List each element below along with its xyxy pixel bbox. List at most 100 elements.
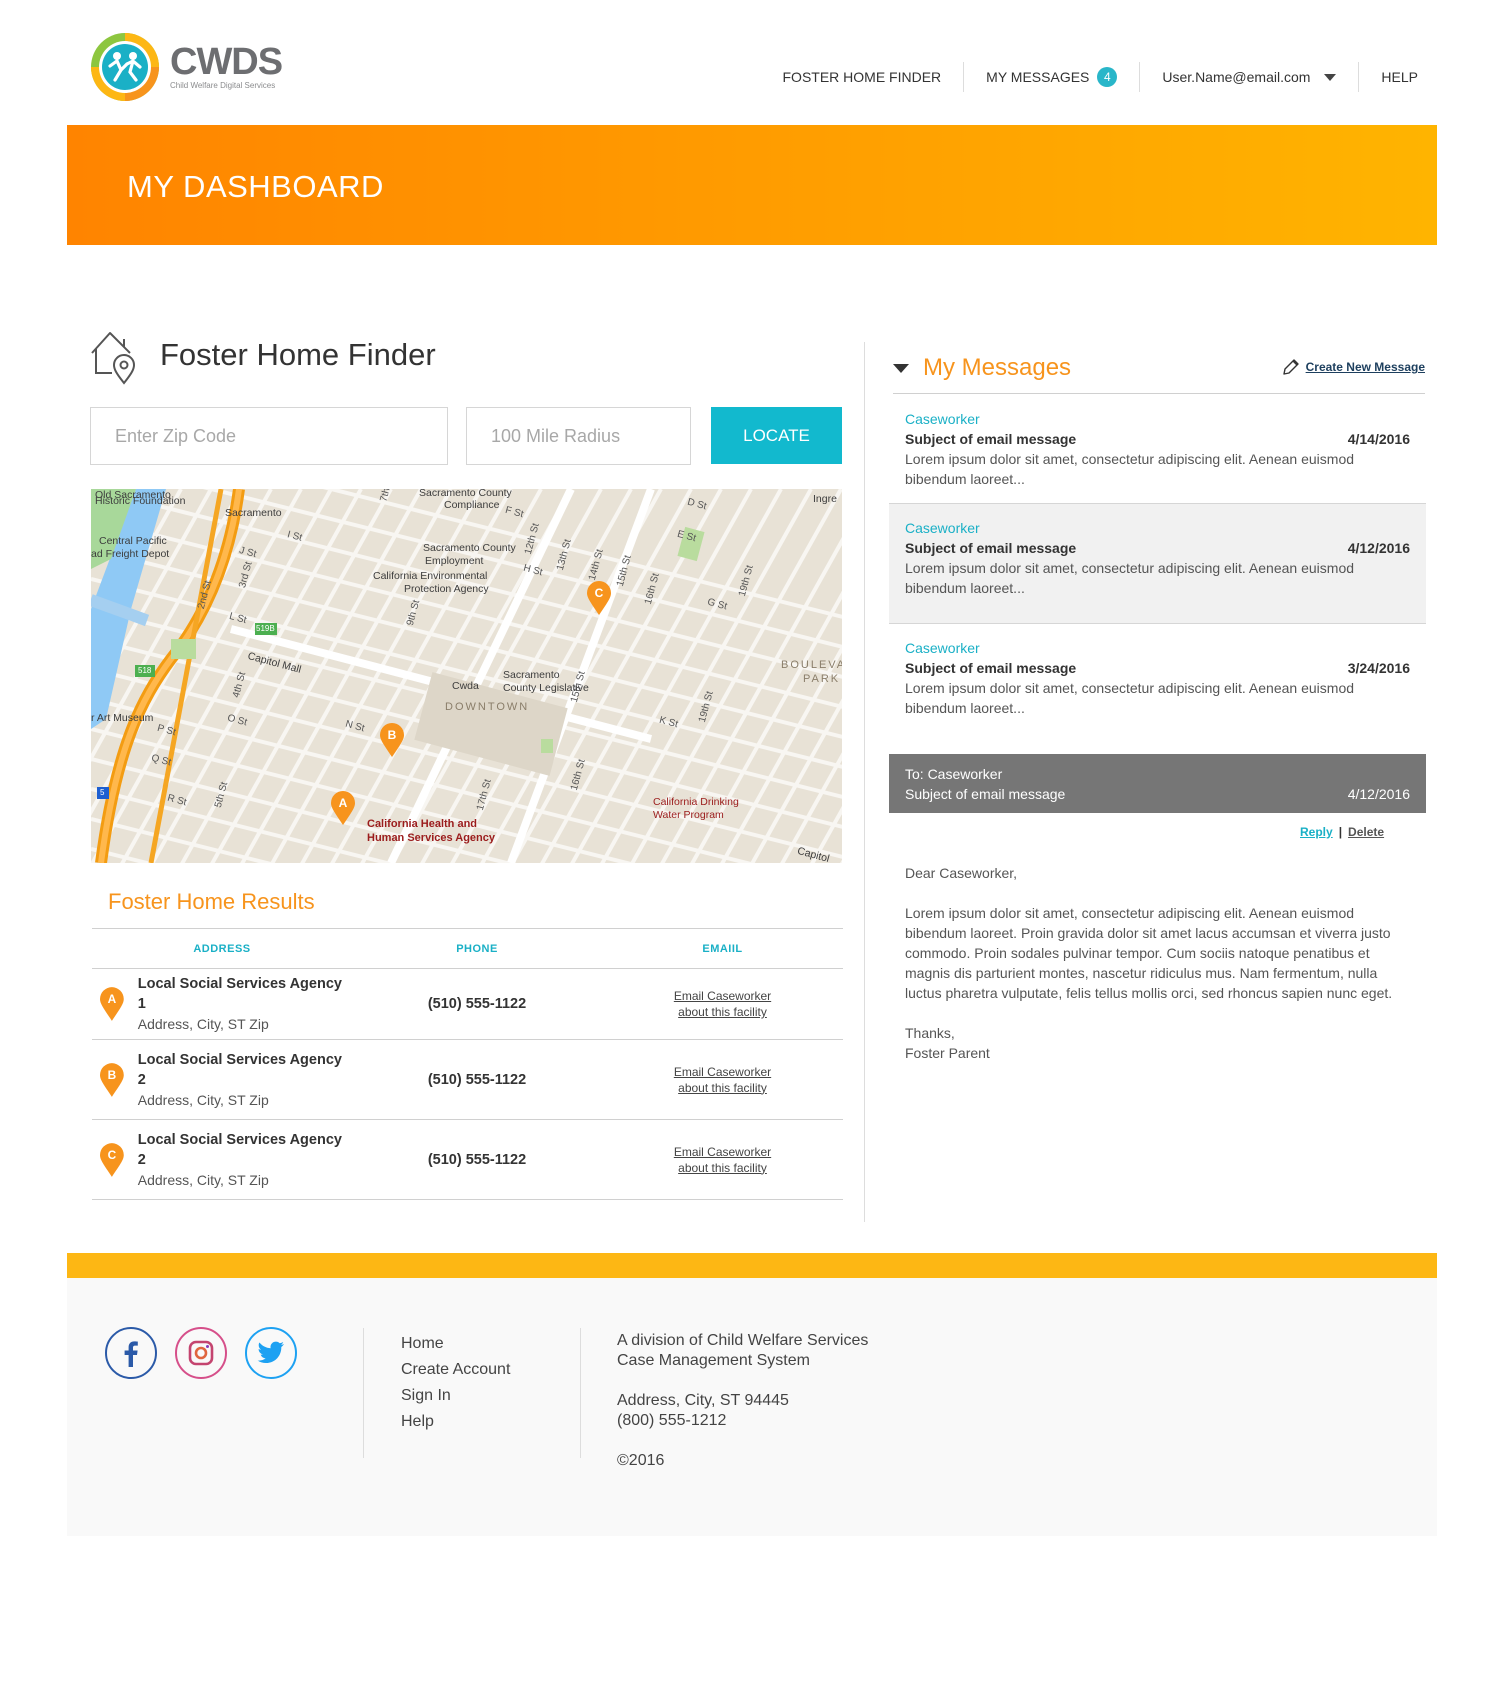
collapse-triangle-icon[interactable]: [893, 364, 909, 373]
create-new-message-link[interactable]: Create New Message: [1282, 358, 1425, 376]
map-pin-letter: C: [595, 586, 604, 600]
message-date: 4/14/2016: [1347, 431, 1410, 447]
map-label: 519B: [256, 624, 275, 633]
open-message-date: 4/12/2016: [1347, 786, 1410, 802]
pin-letter: A: [108, 992, 117, 1006]
results-table: ADDRESS PHONE EMAIIL A Local Social Serv…: [92, 928, 843, 1200]
email-link-line-1: Email Caseworker: [673, 1064, 772, 1079]
email-caseworker-link[interactable]: Email Caseworker about this facility: [602, 1039, 843, 1120]
action-separator: |: [1338, 825, 1343, 839]
pencil-icon: [1282, 359, 1299, 375]
agency-phone[interactable]: (510) 555-1122: [352, 1119, 602, 1200]
map-label: Protection Agency: [404, 583, 489, 595]
map-pin-b: B: [100, 1062, 124, 1097]
table-row[interactable]: C Local Social Services Agency 2 Address…: [92, 1119, 843, 1200]
email-caseworker-link[interactable]: Email Caseworker about this facility: [602, 968, 843, 1040]
message-subject: Subject of email message: [905, 431, 1077, 447]
agency-name: Local Social Services Agency 1: [137, 976, 342, 1012]
map-label: Sacramento County: [423, 542, 516, 554]
delete-link[interactable]: Delete: [1348, 825, 1384, 839]
agency-address: Address, City, ST Zip: [137, 1171, 269, 1188]
message-sender: Caseworker: [905, 520, 980, 536]
map-label: California Health and: [367, 818, 478, 830]
email-link-line-2: about this facility: [678, 1005, 767, 1019]
map-label: Historic Foundation: [95, 495, 186, 507]
message-paragraph: Lorem ipsum dolor sit amet, consectetur …: [905, 905, 1393, 1001]
agency-address: Address, City, ST Zip: [137, 1016, 269, 1032]
message-greeting: Dear Caseworker,: [905, 865, 1018, 881]
chevron-down-icon: [1324, 73, 1337, 81]
map-label: California Drinking: [653, 796, 739, 808]
pin-letter: C: [108, 1148, 117, 1162]
open-message-subject: Subject of email message: [905, 786, 1066, 802]
results-header-row: ADDRESS PHONE EMAIIL: [92, 928, 843, 969]
footer-address: Address, City, ST 94445: [617, 1392, 789, 1409]
user-menu[interactable]: User.Name@email.com: [1139, 62, 1358, 92]
message-preview: Lorem ipsum dolor sit amet, consectetur …: [905, 451, 1355, 467]
map-label: California Environmental: [373, 570, 488, 582]
finder-header: Foster Home Finder: [88, 325, 436, 385]
table-row[interactable]: A Local Social Services Agency 1 Address…: [92, 968, 843, 1040]
message-item[interactable]: Caseworker Subject of email message 4/12…: [889, 503, 1426, 624]
facebook-icon[interactable]: [105, 1327, 157, 1379]
top-navigation: FOSTER HOME FINDER MY MESSAGES 4 User.Na…: [761, 62, 1441, 92]
nav-help[interactable]: HELP: [1358, 62, 1440, 92]
agency-address: Address, City, ST Zip: [137, 1091, 269, 1108]
agency-phone[interactable]: (510) 555-1122: [352, 968, 602, 1040]
column-header-address: ADDRESS: [92, 928, 352, 969]
footer-links: Home Create Account Sign In Help: [401, 1331, 510, 1435]
instagram-icon[interactable]: [175, 1327, 227, 1379]
table-row[interactable]: B Local Social Services Agency 2 Address…: [92, 1039, 843, 1120]
open-message-header[interactable]: To: Caseworker Subject of email message …: [889, 754, 1426, 813]
map-pin-a[interactable]: A: [331, 791, 355, 825]
message-preview: Lorem ipsum dolor sit amet, consectetur …: [905, 680, 1355, 696]
message-item[interactable]: Caseworker Subject of email message 4/14…: [889, 395, 1426, 503]
map-label: PARK: [803, 673, 841, 685]
header: CWDS Child Welfare Digital Services FOST…: [0, 0, 1500, 125]
messages-count-badge: 4: [1097, 67, 1118, 87]
column-header-phone: PHONE: [352, 928, 602, 969]
map-label: Employment: [425, 555, 484, 567]
radius-input[interactable]: [466, 407, 691, 465]
map-label: Ingre: [813, 493, 837, 505]
message-closing: Thanks,: [905, 1025, 955, 1041]
user-email: User.Name@email.com: [1162, 69, 1311, 85]
map-pin-a: A: [100, 987, 124, 1021]
map-label: Cwda: [452, 680, 479, 692]
logo[interactable]: CWDS Child Welfare Digital Services: [88, 30, 283, 104]
footer-link-home[interactable]: Home: [401, 1331, 510, 1357]
footer: Home Create Account Sign In Help A divis…: [67, 1278, 1437, 1536]
reply-link[interactable]: Reply: [1300, 825, 1333, 839]
footer-division: Case Management System: [617, 1352, 810, 1369]
house-pin-icon: [91, 332, 136, 385]
message-date: 4/12/2016: [1347, 540, 1410, 556]
results-title: Foster Home Results: [108, 889, 315, 914]
message-item[interactable]: Caseworker Subject of email message 3/24…: [889, 624, 1426, 740]
map-pin-c: C: [100, 1142, 124, 1177]
map[interactable]: Old Sacramento Historic Foundation Sacra…: [91, 489, 842, 863]
column-divider: [864, 342, 865, 1222]
message-preview: bibendum laoreet...: [905, 700, 1025, 716]
map-pin-b[interactable]: B: [380, 723, 404, 757]
page-title: MY DASHBOARD: [127, 169, 384, 204]
map-label: Water Program: [653, 809, 724, 821]
column-header-email: EMAIIL: [602, 928, 843, 969]
footer-accent-bar: [67, 1253, 1437, 1278]
open-message-body: Dear Caseworker, Lorem ipsum dolor sit a…: [905, 863, 1405, 1063]
footer-link-create-account[interactable]: Create Account: [401, 1357, 510, 1383]
nav-foster-home-finder[interactable]: FOSTER HOME FINDER: [761, 62, 964, 92]
map-label: ad Freight Depot: [91, 548, 170, 560]
twitter-icon[interactable]: [245, 1327, 297, 1379]
agency-phone[interactable]: (510) 555-1122: [352, 1039, 602, 1120]
footer-link-sign-in[interactable]: Sign In: [401, 1383, 510, 1409]
zip-code-input[interactable]: [90, 407, 448, 465]
email-link-line-1: Email Caseworker: [673, 989, 772, 1003]
locate-button[interactable]: LOCATE: [711, 407, 842, 464]
nav-my-messages[interactable]: MY MESSAGES 4: [963, 62, 1139, 92]
open-message-recipient: To: Caseworker: [905, 766, 1003, 782]
create-new-message-label: Create New Message: [1305, 360, 1425, 374]
map-pin-c[interactable]: C: [587, 581, 611, 615]
email-caseworker-link[interactable]: Email Caseworker about this facility: [602, 1119, 843, 1200]
footer-link-help[interactable]: Help: [401, 1409, 510, 1435]
message-subject: Subject of email message: [905, 540, 1077, 556]
